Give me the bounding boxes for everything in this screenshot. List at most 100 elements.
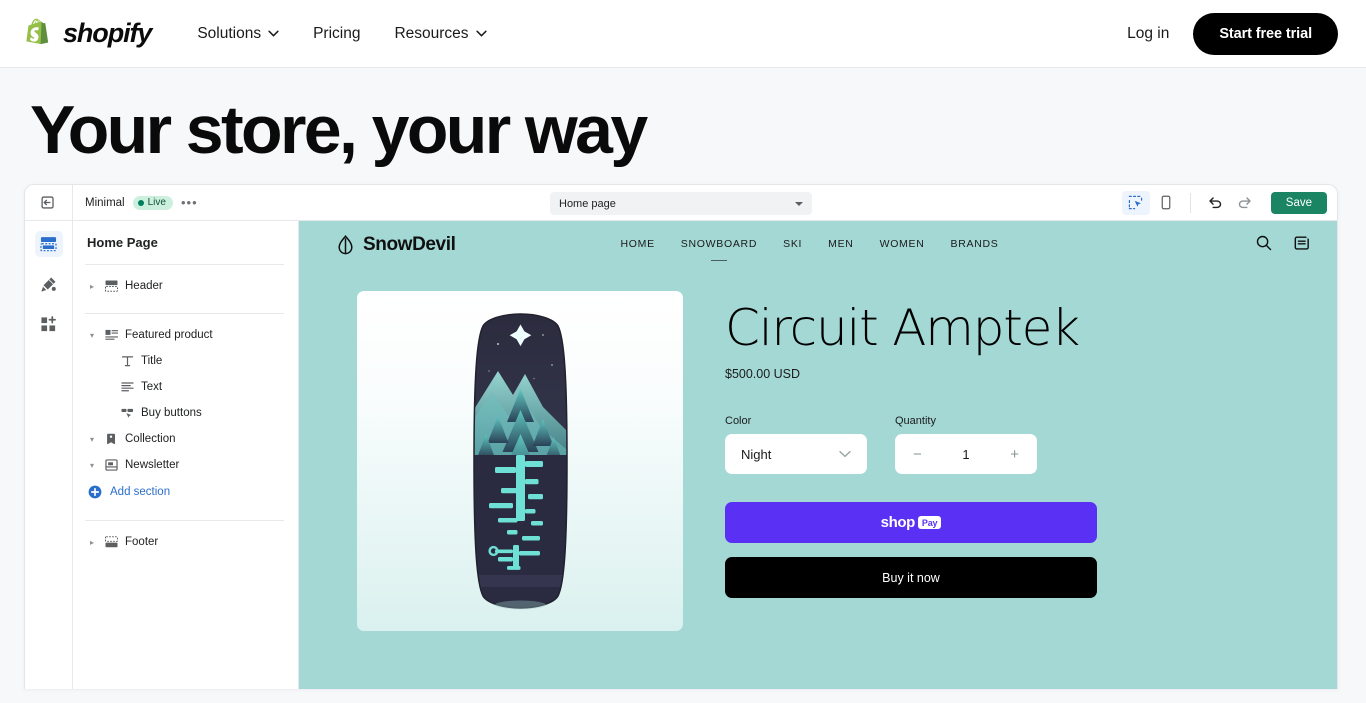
section-block-buy-buttons[interactable]: Buy buttons (85, 400, 284, 426)
page-selector[interactable]: Home page (550, 192, 812, 216)
apps-grid-icon (41, 315, 56, 331)
inspector-select-button[interactable] (1121, 190, 1150, 215)
section-item-collection[interactable]: ▾ Collection (85, 426, 284, 452)
quantity-stepper[interactable]: − 1 + (895, 434, 1037, 475)
sections-panel: Home Page ▸ Header ▾ Featured product Ti… (73, 221, 299, 690)
shop-pay-button[interactable]: shop Pay (725, 502, 1097, 544)
editor-left-rail (25, 221, 73, 690)
quantity-increase-button[interactable]: + (1010, 447, 1019, 462)
section-block-label: Text (141, 381, 163, 394)
mobile-preview-icon (1161, 195, 1171, 210)
section-item-label: Newsletter (125, 459, 180, 472)
chevron-down-icon (268, 30, 279, 37)
chevron-down-icon (475, 30, 487, 37)
exit-editor-icon (41, 196, 54, 209)
storefront-nav-home[interactable]: HOME (620, 238, 654, 252)
undo-button[interactable] (1201, 191, 1229, 215)
section-block-title[interactable]: Title (85, 348, 284, 374)
storefront-header: SnowDevil HOME SNOWBOARD SKI MEN WOMEN B… (299, 221, 1337, 269)
disclosure-collapsed-icon[interactable]: ▸ (87, 282, 97, 291)
snowboard-night-forest-artwork (472, 313, 568, 610)
exit-editor-button[interactable] (25, 185, 73, 221)
editor-toolbar: Minimal Live ••• Home page Save (25, 185, 1337, 222)
disclosure-expanded-icon[interactable]: ▾ (87, 461, 97, 470)
quantity-option: Quantity − 1 + (895, 415, 1037, 475)
rail-item-sections[interactable] (34, 231, 63, 258)
section-item-newsletter[interactable]: ▾ Newsletter (85, 452, 284, 478)
divider (85, 313, 284, 315)
toolbar-theme-info: Minimal Live ••• (73, 195, 198, 210)
nav-item-solutions[interactable]: Solutions (197, 25, 279, 43)
add-section-button[interactable]: Add section (85, 478, 284, 506)
shopify-logo[interactable]: shopify (24, 18, 152, 50)
storefront-nav-snowboard[interactable]: SNOWBOARD (681, 238, 757, 252)
disclosure-expanded-icon[interactable]: ▾ (87, 331, 97, 340)
buy-buttons-icon (119, 407, 135, 419)
product-gallery[interactable] (357, 291, 683, 632)
storefront-nav-women[interactable]: WOMEN (880, 238, 925, 252)
section-item-footer[interactable]: ▸ Footer (85, 529, 284, 555)
storefront-nav-ski[interactable]: SKI (783, 238, 802, 252)
hero-section: Your store, your way (0, 68, 1366, 184)
toolbar-right-actions: Save (1121, 190, 1337, 215)
rail-item-apps[interactable] (35, 311, 63, 337)
product-options: Color Night Quantity − 1 + (725, 415, 1115, 475)
mobile-preview-button[interactable] (1152, 191, 1180, 215)
storefront-name: SnowDevil (363, 234, 456, 256)
theme-editor-window: Minimal Live ••• Home page Save Home Pag… (24, 184, 1338, 690)
nav-item-label: Pricing (313, 24, 361, 42)
storefront-preview: SnowDevil HOME SNOWBOARD SKI MEN WOMEN B… (299, 221, 1337, 690)
nav-item-pricing[interactable]: Pricing (313, 25, 360, 43)
save-button[interactable]: Save (1270, 191, 1327, 214)
section-item-header[interactable]: ▸ Header (85, 273, 284, 299)
search-button[interactable] (1256, 235, 1272, 256)
caret-down-icon (795, 201, 803, 206)
add-circle-icon (87, 485, 103, 499)
quantity-option-label: Quantity (895, 415, 936, 428)
cart-bag-icon (1294, 234, 1311, 250)
nav-links: Solutions Pricing Resources (197, 24, 487, 43)
sections-icon (40, 237, 57, 252)
storefront-nav-men[interactable]: MEN (828, 238, 853, 252)
quantity-decrease-button[interactable]: − (913, 447, 922, 462)
snowdevil-drop-icon (338, 234, 353, 254)
add-section-label: Add section (110, 486, 171, 499)
buy-it-now-button[interactable]: Buy it now (725, 557, 1097, 599)
nav-item-resources[interactable]: Resources (394, 24, 487, 43)
shopify-bag-logo-icon (26, 18, 49, 44)
start-free-trial-button[interactable]: Start free trial (1193, 12, 1338, 55)
divider (85, 264, 284, 266)
product-info: Circuit Amptek $500.00 USD Color Night Q… (725, 291, 1115, 631)
redo-button[interactable] (1231, 191, 1259, 215)
storefront-logo[interactable]: SnowDevil (337, 234, 456, 256)
nav-item-label: Solutions (197, 24, 262, 42)
theme-name: Minimal (85, 196, 125, 209)
editor-body: Home Page ▸ Header ▾ Featured product Ti… (25, 221, 1337, 690)
login-link[interactable]: Log in (1127, 25, 1169, 43)
product-detail: Circuit Amptek $500.00 USD Color Night Q… (299, 269, 1337, 632)
nav-item-label: Resources (394, 24, 469, 42)
sections-panel-title: Home Page (87, 235, 158, 251)
inspector-select-icon (1129, 195, 1143, 210)
page-title: Your store, your way (30, 92, 648, 168)
section-item-featured-product[interactable]: ▾ Featured product (85, 322, 284, 348)
more-actions-button[interactable]: ••• (181, 196, 198, 209)
cart-button[interactable] (1294, 234, 1311, 256)
storefront-header-icons (1256, 234, 1311, 256)
text-lines-icon (119, 381, 135, 393)
status-badge: Live (132, 195, 173, 210)
theme-settings-brush-icon (41, 277, 56, 292)
rail-item-theme-settings[interactable] (35, 271, 63, 297)
section-block-text[interactable]: Text (85, 374, 284, 400)
storefront-nav-brands[interactable]: BRANDS (951, 238, 999, 252)
product-title: Circuit Amptek (725, 299, 1080, 358)
header-block-icon (103, 280, 119, 292)
search-icon (1256, 235, 1272, 250)
color-select-value: Night (741, 446, 772, 462)
featured-product-icon (103, 329, 119, 341)
color-select[interactable]: Night (725, 434, 867, 475)
disclosure-collapsed-icon[interactable]: ▸ (87, 538, 97, 547)
newsletter-icon (103, 459, 119, 471)
divider (85, 520, 284, 522)
disclosure-expanded-icon[interactable]: ▾ (87, 435, 97, 444)
